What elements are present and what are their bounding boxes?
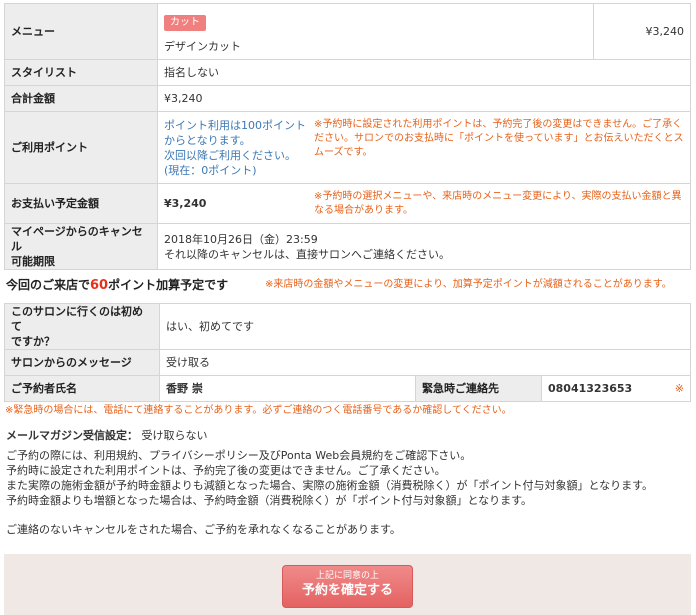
stylist-label: スタイリスト (4, 59, 158, 86)
reservation-details-table: メニュー カット デザインカット ¥3,240 スタイリスト 指名しない 合計金… (4, 3, 691, 270)
terms-line1: ご予約の際には、利用規約、プライバシーポリシー及びPonta Web会員規約をご… (6, 449, 472, 462)
payment-label: お支払い予定金額 (4, 183, 158, 224)
menu-label: メニュー (4, 3, 158, 60)
cancel-deadline-note: それ以降のキャンセルは、直接サロンへご連絡ください。 (164, 247, 450, 261)
salon-message-label: サロンからのメッセージ (4, 349, 160, 376)
summary-prefix: 今回のご来店で (6, 278, 91, 292)
points-info-line4: (現在：0ポイント) (164, 163, 257, 177)
points-info-line1: ポイント利用は100ポイント (164, 118, 306, 132)
summary-suffix: ポイント加算予定です (108, 278, 229, 292)
menu-row: メニュー カット デザインカット ¥3,240 (4, 3, 691, 60)
first-visit-value: はい、初めてです (159, 303, 691, 350)
cancel-deadline-label: マイページからのキャンセル 可能期限 (4, 223, 158, 270)
summary-note: ※来店時の金額やメニューの変更により、加算予定ポイントが減額されることがあります… (265, 279, 672, 290)
points-note: ※予約時に設定された利用ポイントは、予約完了後の変更はできません。ご了承ください… (314, 118, 684, 158)
menu-cell: カット デザインカット (157, 3, 594, 60)
cancel-deadline-label-line1: マイページからのキャンセル (11, 225, 143, 253)
points-cell: ポイント利用は100ポイント からとなります。 次回以降ご利用ください。 (現在… (157, 111, 691, 184)
customer-row: ご予約者氏名 香野 崇 緊急時ご連絡先 08041323653 ※ (4, 375, 691, 402)
emergency-contact-cell: 08041323653 ※ (541, 375, 691, 402)
cancel-deadline-date: 2018年10月26日（金）23:59 (164, 232, 318, 246)
points-row: ご利用ポイント ポイント利用は100ポイント からとなります。 次回以降ご利用く… (4, 111, 691, 184)
terms-line2: 予約時に設定された利用ポイントは、予約完了後の変更はできません。ご了承ください。 (6, 464, 446, 477)
customer-name-value: 香野 崇 (159, 375, 416, 402)
cancel-deadline-row: マイページからのキャンセル 可能期限 2018年10月26日（金）23:59 そ… (4, 223, 691, 270)
menu-category-tag: カット (164, 14, 206, 31)
customer-info-table: このサロンに行くのは初めて ですか？ はい、初めてです サロンからのメッセージ … (4, 303, 691, 402)
points-info-line2: からとなります。 (164, 133, 251, 147)
confirm-reservation-button[interactable]: 上記に同意の上 予約を確定する (282, 565, 413, 608)
first-visit-row: このサロンに行くのは初めて ですか？ はい、初めてです (4, 303, 691, 350)
terms-notice: ご予約の際には、利用規約、プライバシーポリシー及びPonta Web会員規約をご… (6, 448, 653, 508)
first-visit-label-line2: ですか？ (11, 335, 55, 348)
confirm-button-label: 予約を確定する (301, 583, 393, 598)
total-value: ¥3,240 (157, 85, 691, 112)
required-mark: ※ (674, 382, 684, 395)
points-info: ポイント利用は100ポイント からとなります。 次回以降ご利用ください。 (現在… (164, 118, 309, 178)
total-label: 合計金額 (4, 85, 158, 112)
summary-points: 60 (90, 278, 109, 293)
salon-message-value: 受け取る (159, 349, 691, 376)
stylist-row: スタイリスト 指名しない (4, 59, 691, 86)
cancel-deadline-label-line2: 可能期限 (11, 255, 55, 268)
payment-row: お支払い予定金額 ¥3,240 ※予約時の選択メニューや、来店時のメニュー変更に… (4, 183, 691, 224)
total-row: 合計金額 ¥3,240 (4, 85, 691, 112)
menu-name: デザインカット (164, 39, 241, 53)
emergency-contact-label: 緊急時ご連絡先 (415, 375, 542, 402)
mail-magazine-setting: メールマガジン受信設定： 受け取らない (6, 427, 208, 443)
confirm-button-subtext: 上記に同意の上 (315, 571, 379, 581)
emergency-contact-value: 08041323653 (548, 382, 633, 395)
customer-name-label: ご予約者氏名 (4, 375, 160, 402)
mail-magazine-value: 受け取らない (141, 429, 208, 442)
payment-value: ¥3,240 (164, 197, 207, 210)
cancel-deadline-cell: 2018年10月26日（金）23:59 それ以降のキャンセルは、直接サロンへご連… (157, 223, 691, 270)
points-info-line3: 次回以降ご利用ください。 (164, 148, 296, 162)
menu-price: ¥3,240 (593, 3, 691, 60)
points-summary: 今回のご来店で60ポイント加算予定です (6, 276, 228, 293)
cancel-notice: ご連絡のないキャンセルをされた場合、ご予約を承れなくなることがあります。 (6, 523, 401, 536)
first-visit-label: このサロンに行くのは初めて ですか？ (4, 303, 160, 350)
payment-cell: ¥3,240 ※予約時の選択メニューや、来店時のメニュー変更により、実際の支払い… (157, 183, 691, 224)
points-label: ご利用ポイント (4, 111, 158, 184)
first-visit-label-line1: このサロンに行くのは初めて (11, 305, 143, 333)
terms-line4: 予約時金額よりも増額となった場合は、予約時金額（消費税除く）が「ポイント付与対象… (6, 494, 533, 507)
salon-message-row: サロンからのメッセージ 受け取る (4, 349, 691, 376)
stylist-value: 指名しない (157, 59, 691, 86)
terms-line3: また実際の施術金額が予約時金額よりも減額となった場合、実際の施術金額（消費税除く… (6, 479, 654, 492)
emergency-note: ※緊急時の場合には、電話にて連絡することがあります。必ずご連絡のつく電話番号であ… (5, 405, 512, 416)
payment-note: ※予約時の選択メニューや、来店時のメニュー変更により、実際の支払い金額と異なる場… (314, 190, 682, 216)
mail-magazine-label: メールマガジン受信設定： (6, 429, 138, 442)
